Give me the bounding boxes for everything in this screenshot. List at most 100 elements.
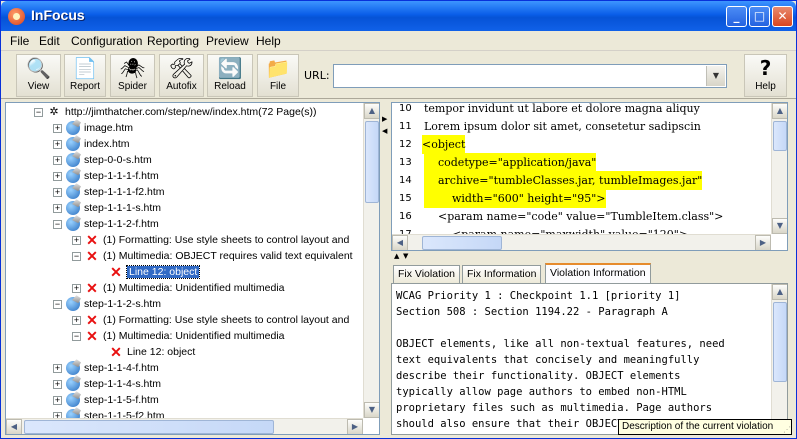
scroll-down-button[interactable]: ▼	[364, 402, 379, 418]
menu-help[interactable]: Help	[256, 34, 281, 48]
arrow-down-icon[interactable]: ▼	[403, 252, 408, 260]
menu-file[interactable]: File	[10, 34, 29, 48]
tree-item[interactable]: + step-1-1-4-f.htm	[53, 360, 159, 376]
tree-occurrence-selected[interactable]: ✕ Line 12: object	[109, 264, 201, 280]
expand-icon[interactable]: +	[53, 395, 62, 405]
scroll-up-button[interactable]: ▲	[772, 284, 787, 300]
expand-icon[interactable]: +	[53, 139, 62, 149]
collapse-icon[interactable]: −	[34, 107, 43, 117]
scroll-thumb[interactable]	[24, 420, 274, 434]
arrow-up-icon[interactable]: ▲	[394, 252, 399, 260]
tree-violation[interactable]: − ✕ (1) Multimedia: Unidentified multimedi…	[72, 328, 285, 344]
reload-icon: 🔄	[217, 56, 243, 80]
expand-icon[interactable]: +	[53, 203, 62, 213]
minimize-button[interactable]: _	[726, 6, 747, 27]
expand-icon[interactable]: +	[53, 363, 62, 373]
tree-item[interactable]: + step-1-1-1-f.htm	[53, 168, 159, 184]
arrow-right-icon[interactable]: ▶	[382, 115, 387, 123]
tree-violation[interactable]: + ✕ (1) Formatting: Use style sheets to co…	[72, 312, 349, 328]
error-x-icon: ✕	[110, 344, 122, 361]
code-line-highlighted: 14 archive="tumbleClasses.jar, tumbleIma…	[392, 171, 772, 190]
tree-item[interactable]: − step-1-1-2-s.htm	[53, 296, 161, 312]
scroll-thumb[interactable]	[365, 121, 379, 203]
collapse-icon[interactable]: −	[53, 299, 62, 309]
scroll-down-button[interactable]: ▼	[772, 218, 787, 234]
scroll-right-button[interactable]: ▶	[755, 235, 771, 250]
horizontal-splitter[interactable]: ▲ ▼	[391, 251, 788, 263]
tab-fix-violation[interactable]: Fix Violation	[393, 265, 461, 283]
expand-icon[interactable]: +	[72, 283, 81, 293]
scroll-thumb[interactable]	[773, 302, 787, 382]
window-title: InFocus	[31, 7, 85, 23]
vertical-splitter[interactable]: ▶ ◀	[381, 102, 390, 435]
title-bar[interactable]: InFocus _ □ ✕	[1, 1, 796, 31]
menu-reporting[interactable]: Reporting	[147, 34, 199, 48]
tab-violation-information[interactable]: Violation Information	[545, 263, 651, 284]
menu-edit[interactable]: Edit	[39, 34, 60, 48]
tree-violation[interactable]: − ✕ (1) Multimedia: OBJECT requires valid …	[72, 248, 353, 264]
tree-item[interactable]: + step-1-1-1-s.htm	[53, 200, 161, 216]
expand-icon[interactable]: +	[53, 171, 62, 181]
code-horizontal-scrollbar[interactable]: ◀ ▶	[392, 234, 771, 250]
maximize-button[interactable]: □	[749, 6, 770, 27]
scroll-thumb[interactable]	[422, 236, 502, 250]
tree-vertical-scrollbar[interactable]: ▲ ▼	[363, 103, 379, 418]
tree-item[interactable]: + step-0-0-s.htm	[53, 152, 152, 168]
url-dropdown-button[interactable]: ▼	[706, 66, 725, 86]
view-button[interactable]: 🔍 View	[16, 54, 61, 97]
tree-root[interactable]: − ✲ http://jimthatcher.com/step/new/index.…	[34, 104, 317, 120]
infocus-logo-icon	[8, 8, 25, 25]
scroll-thumb[interactable]	[773, 121, 787, 151]
tree-item[interactable]: + image.htm	[53, 120, 133, 136]
scroll-right-button[interactable]: ▶	[347, 419, 363, 434]
tab-fix-information[interactable]: Fix Information	[462, 265, 542, 283]
info-line: proprietary files such as multimedia. Pa…	[396, 402, 713, 414]
source-code-view[interactable]: 10 tempor invidunt ut labore et dolore ma…	[391, 102, 788, 251]
globe-icon	[66, 137, 80, 152]
reload-button[interactable]: 🔄 Reload	[207, 54, 253, 97]
tree-violation[interactable]: + ✕ (1) Formatting: Use style sheets to co…	[72, 232, 349, 248]
tree-item[interactable]: + step-1-1-4-s.htm	[53, 376, 161, 392]
tree-item[interactable]: + index.htm	[53, 136, 130, 152]
expand-icon[interactable]: +	[53, 379, 62, 389]
code-line-highlighted: 13 codetype="application/java"	[392, 153, 772, 172]
expand-icon[interactable]: +	[72, 315, 81, 325]
info-vertical-scrollbar[interactable]: ▲	[771, 284, 787, 434]
report-button[interactable]: 📄 Report	[64, 54, 106, 97]
arrow-left-icon[interactable]: ◀	[382, 127, 387, 135]
tree-item[interactable]: − step-1-1-2-f.htm	[53, 216, 159, 232]
menu-configuration[interactable]: Configuration	[71, 34, 142, 48]
tree-violation[interactable]: + ✕ (1) Multimedia: Unidentified multimedi…	[72, 280, 285, 296]
file-button[interactable]: 📁 File	[257, 54, 299, 97]
scroll-up-button[interactable]: ▲	[772, 103, 787, 119]
url-input[interactable]	[333, 64, 727, 88]
code-vertical-scrollbar[interactable]: ▲ ▼	[771, 103, 787, 234]
tree-item[interactable]: + step-1-1-5-f.htm	[53, 392, 159, 408]
expand-icon[interactable]: +	[53, 123, 62, 133]
autofix-button[interactable]: 🛠 Autofix	[159, 54, 204, 97]
expand-icon[interactable]: +	[72, 235, 81, 245]
collapse-icon[interactable]: −	[53, 219, 62, 229]
spider-button[interactable]: 🕷 Spider	[110, 54, 155, 97]
spider-icon: 🕷	[119, 56, 146, 80]
report-icon: 📄	[72, 56, 98, 80]
tree-occurrence[interactable]: ✕ Line 12: object	[109, 344, 195, 360]
help-button[interactable]: ? Help	[744, 54, 787, 97]
collapse-icon[interactable]: −	[72, 251, 81, 261]
site-tree[interactable]: − ✲ http://jimthatcher.com/step/new/index.…	[5, 102, 380, 435]
violation-information-panel[interactable]: WCAG Priority 1 : Checkpoint 1.1 [priori…	[391, 283, 788, 435]
error-x-icon: ✕	[86, 328, 98, 345]
globe-icon	[66, 121, 80, 136]
menu-preview[interactable]: Preview	[206, 34, 249, 48]
expand-icon[interactable]: +	[53, 155, 62, 165]
error-x-icon: ✕	[86, 232, 98, 249]
scroll-left-button[interactable]: ◀	[392, 235, 408, 250]
tree-horizontal-scrollbar[interactable]: ◀ ▶	[6, 418, 363, 434]
close-button[interactable]: ✕	[772, 6, 793, 27]
collapse-icon[interactable]: −	[72, 331, 81, 341]
scroll-up-button[interactable]: ▲	[364, 103, 379, 119]
expand-icon[interactable]: +	[53, 187, 62, 197]
scroll-left-button[interactable]: ◀	[6, 419, 22, 434]
resize-grip-icon[interactable]: ⋰	[783, 425, 795, 437]
tree-item[interactable]: + step-1-1-1-f2.htm	[53, 184, 165, 200]
